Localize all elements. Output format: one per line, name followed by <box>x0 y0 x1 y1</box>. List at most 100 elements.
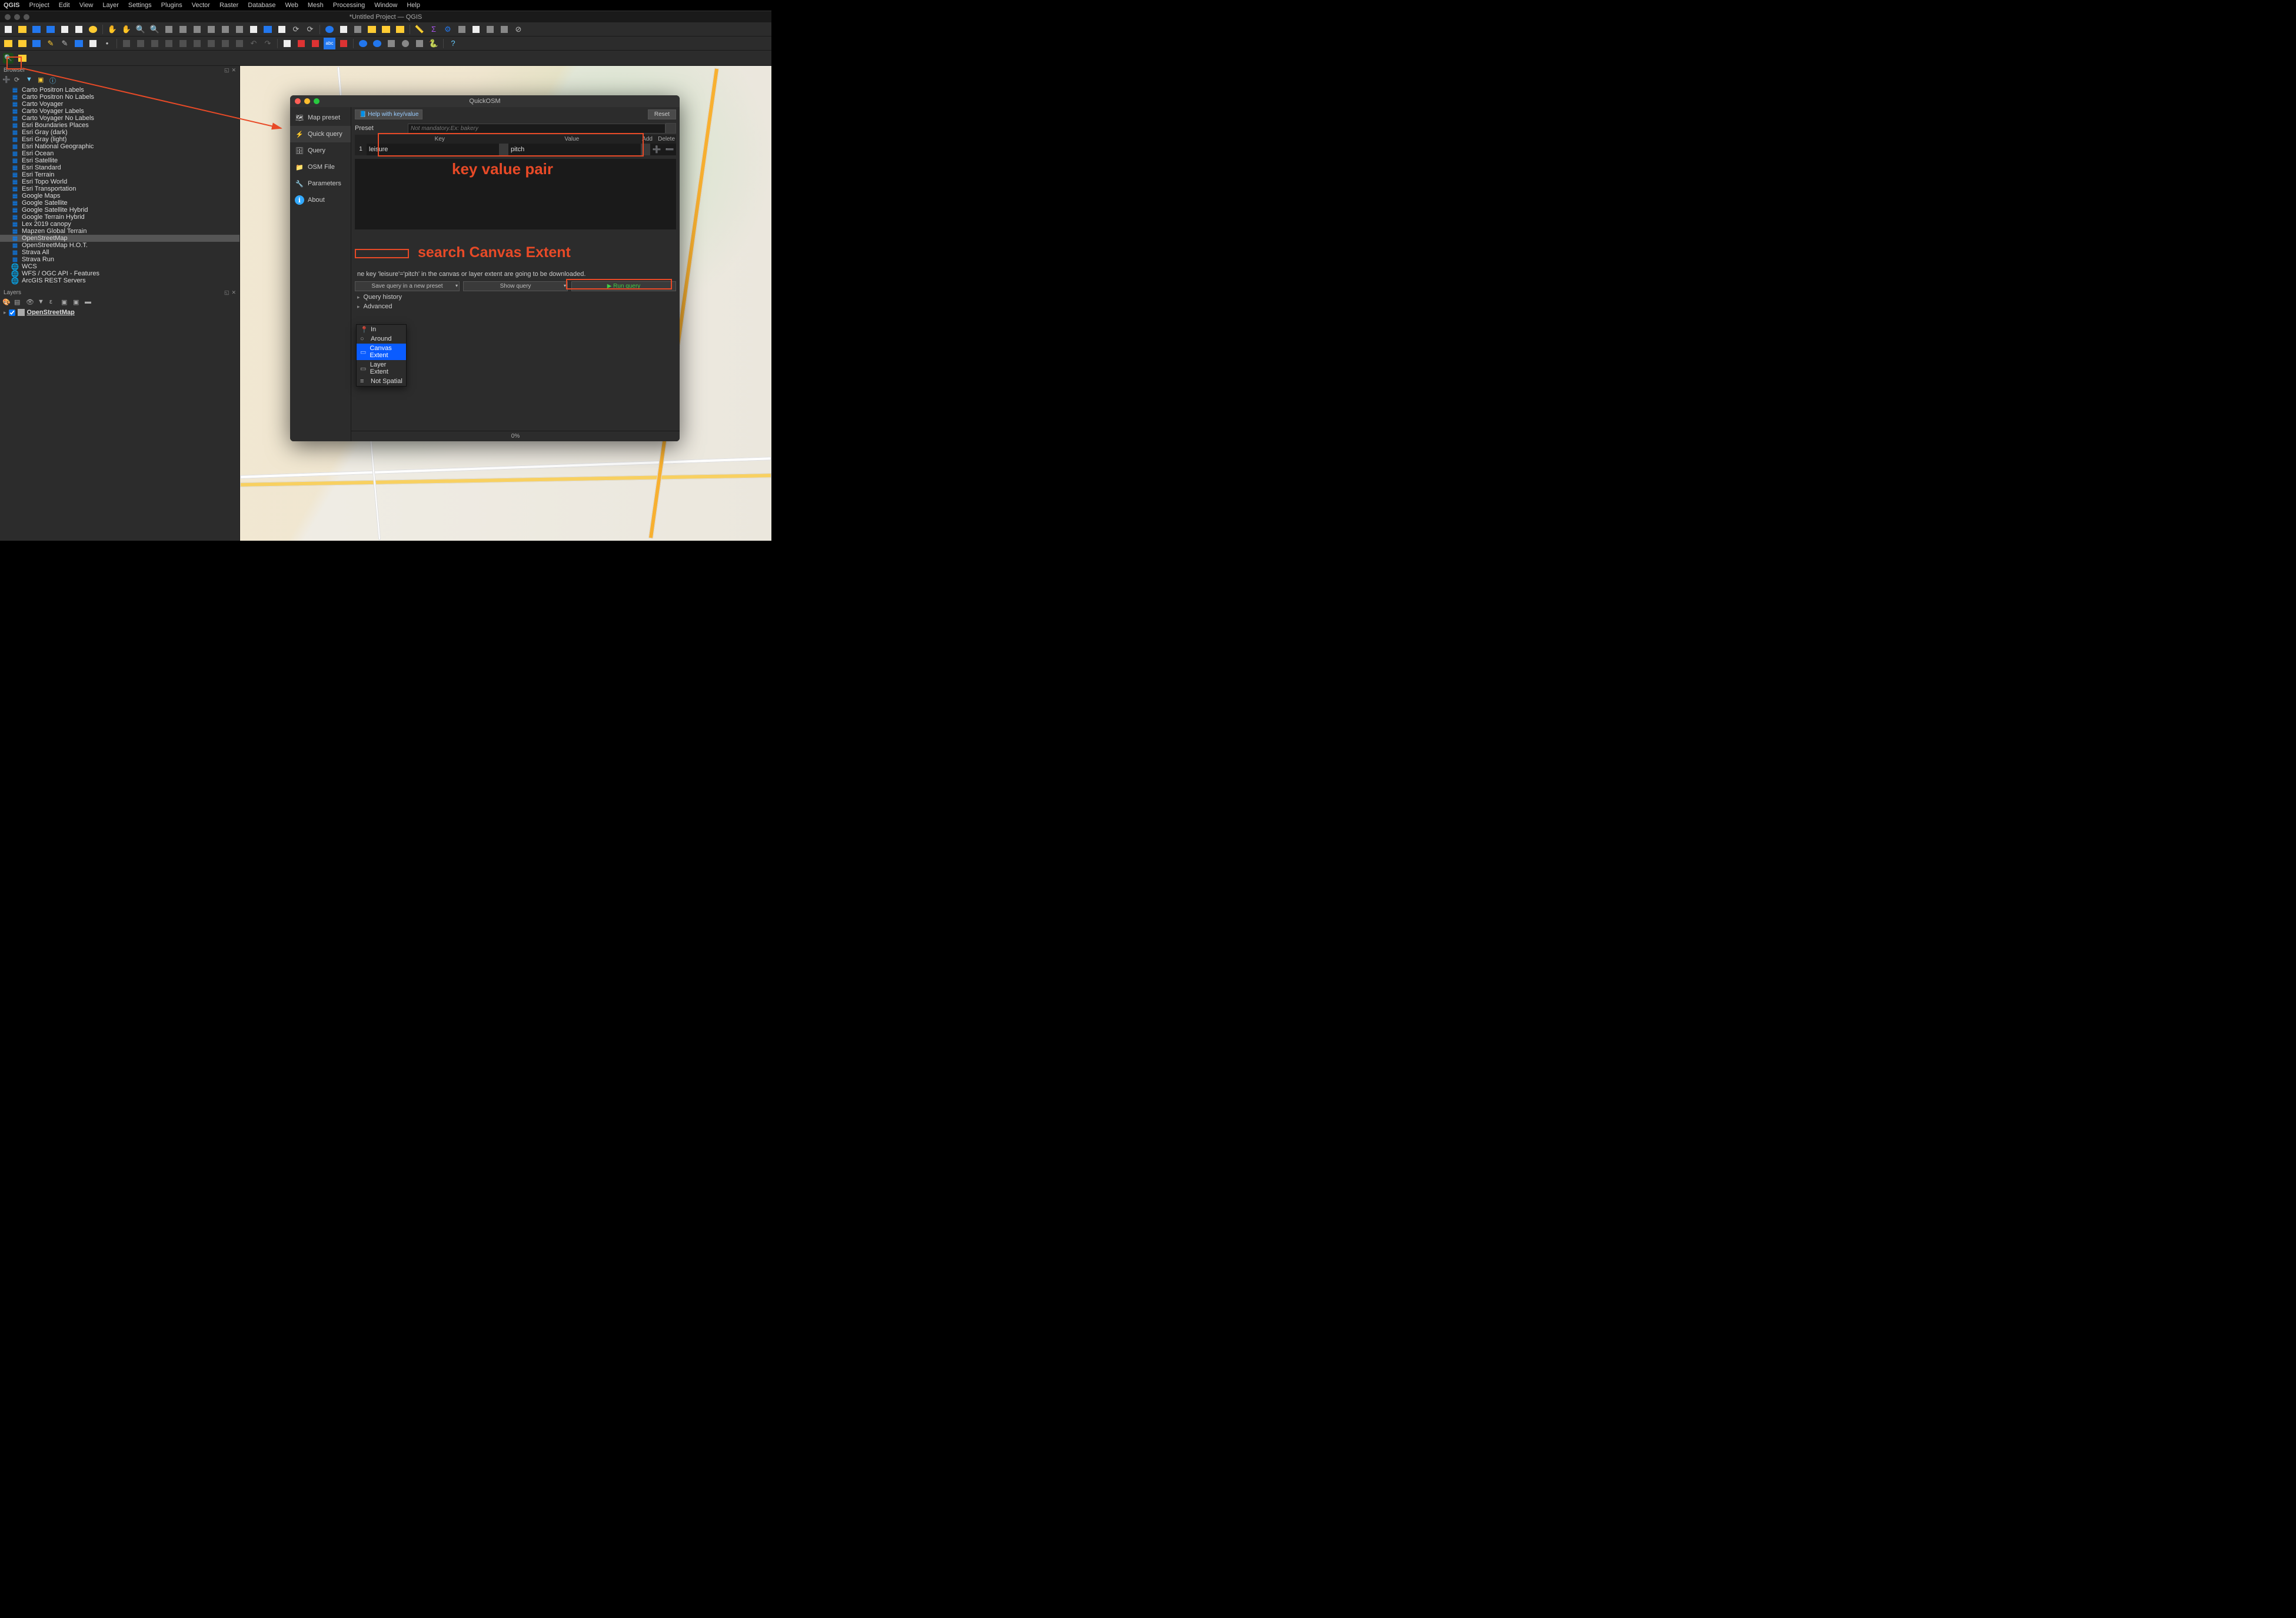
browser-item[interactable]: ▦Carto Positron Labels <box>0 86 239 94</box>
select-features-icon[interactable] <box>366 24 378 35</box>
save-edits-icon[interactable] <box>73 38 85 49</box>
layer-row[interactable]: ▸ OpenStreetMap <box>0 308 239 317</box>
browser-item[interactable]: 🌐WCS <box>0 263 239 270</box>
create-layer-icon[interactable] <box>87 38 99 49</box>
dialog-minimize-icon[interactable] <box>304 98 310 104</box>
menu-web[interactable]: Web <box>285 2 298 9</box>
plugin-red-icon[interactable] <box>295 38 307 49</box>
browser-item[interactable]: ▦Carto Voyager Labels <box>0 108 239 115</box>
deselect-icon[interactable] <box>394 24 406 35</box>
layers-detach-icon[interactable]: ◱ <box>224 289 229 296</box>
browser-item[interactable]: ▦Esri Satellite <box>0 157 239 164</box>
zoom-out-icon[interactable]: 🔍 <box>149 24 161 35</box>
digi-3-icon[interactable] <box>149 38 161 49</box>
run-query-button[interactable]: ▶ Run query <box>571 281 676 291</box>
sidebar-item-osm-file[interactable]: 📁OSM File <box>290 159 351 175</box>
plugin-red3-icon[interactable] <box>338 38 350 49</box>
layers-expression-icon[interactable]: ε <box>49 298 58 307</box>
browser-item[interactable]: ▦Google Satellite Hybrid <box>0 207 239 214</box>
kv-add-button[interactable]: ➕ <box>650 144 663 155</box>
stats-icon[interactable]: Σ <box>428 24 440 35</box>
layers-filter-icon[interactable]: ▼ <box>38 298 46 307</box>
open-table-icon[interactable] <box>338 24 350 35</box>
toolbox-icon[interactable]: ⚙ <box>442 24 454 35</box>
menu-plugins[interactable]: Plugins <box>161 2 182 9</box>
browser-item[interactable]: ▦Carto Voyager No Labels <box>0 115 239 122</box>
browser-detach-icon[interactable]: ◱ <box>224 67 229 74</box>
plugin-mmqgis-icon[interactable] <box>281 38 293 49</box>
browser-item[interactable]: ▦Lex 2019 canopy <box>0 221 239 228</box>
sidebar-item-about[interactable]: ℹAbout <box>290 192 351 208</box>
sidebar-item-query[interactable]: 🗄Query <box>290 142 351 159</box>
redo-icon[interactable]: ↷ <box>262 38 274 49</box>
browser-refresh-icon[interactable]: ⟳ <box>14 76 22 84</box>
plugin-blue2-icon[interactable] <box>371 38 383 49</box>
zoom-layer-icon[interactable] <box>191 24 203 35</box>
zoom-native-icon[interactable] <box>205 24 217 35</box>
sidebar-item-parameters[interactable]: 🔧Parameters <box>290 175 351 192</box>
sidebar-item-quick-query[interactable]: ⚡Quick query <box>290 126 351 142</box>
edit-multi-icon[interactable]: ✎ <box>59 38 71 49</box>
plugin-blue1-icon[interactable] <box>357 38 369 49</box>
menu-processing[interactable]: Processing <box>333 2 365 9</box>
extent-dropdown-menu[interactable]: 📍In○Around▭Canvas Extent▭Layer Extent≡No… <box>356 324 407 387</box>
minimize-window-icon[interactable] <box>14 14 20 20</box>
close-window-icon[interactable] <box>5 14 11 20</box>
browser-item[interactable]: ▦Esri Topo World <box>0 178 239 185</box>
save-as-icon[interactable] <box>45 24 56 35</box>
layers-close-icon[interactable]: ✕ <box>231 289 236 296</box>
browser-item[interactable]: ▦Esri Gray (light) <box>0 136 239 143</box>
layer-visibility-checkbox[interactable] <box>9 309 15 316</box>
pan-selection-icon[interactable]: ✋ <box>121 24 132 35</box>
browser-item[interactable]: ▦Esri National Geographic <box>0 143 239 150</box>
browser-item[interactable]: ▦Carto Voyager <box>0 101 239 108</box>
undo-icon[interactable]: ↶ <box>248 38 259 49</box>
browser-item[interactable]: ▦Google Terrain Hybrid <box>0 214 239 221</box>
select-value-icon[interactable] <box>380 24 392 35</box>
menu-edit[interactable]: Edit <box>59 2 70 9</box>
plugin-red2-icon[interactable] <box>310 38 321 49</box>
temporal-icon[interactable] <box>276 24 288 35</box>
browser-filter-icon[interactable]: ▼ <box>26 76 34 84</box>
help-key-value-button[interactable]: 📘 Help with key/value <box>355 109 422 119</box>
browser-item[interactable]: 🌐WFS / OGC API - Features <box>0 270 239 277</box>
nominatim-icon[interactable] <box>498 24 510 35</box>
menu-layer[interactable]: Layer <box>102 2 119 9</box>
browser-item[interactable]: ▦Esri Transportation <box>0 185 239 192</box>
layer-name-label[interactable]: OpenStreetMap <box>27 309 75 316</box>
map-tips-icon[interactable] <box>456 24 468 35</box>
preset-dropdown-icon[interactable] <box>665 123 676 134</box>
save-project-icon[interactable] <box>31 24 42 35</box>
browser-item[interactable]: ▦Esri Boundaries Places <box>0 122 239 129</box>
zoom-window-icon[interactable] <box>24 14 29 20</box>
layers-style-icon[interactable]: 🎨 <box>2 298 11 307</box>
save-preset-button[interactable]: Save query in a new preset▾ <box>355 281 460 291</box>
kv-value-input[interactable] <box>508 144 641 155</box>
menu-window[interactable]: Window <box>374 2 397 9</box>
layer-toolbar-2-icon[interactable] <box>16 38 28 49</box>
help-toolbar-icon[interactable]: ? <box>447 38 459 49</box>
extent-option-not-spatial[interactable]: ≡Not Spatial <box>357 377 406 386</box>
annotation-icon[interactable] <box>470 24 482 35</box>
extent-option-around[interactable]: ○Around <box>357 334 406 344</box>
no-action-icon[interactable]: ⊘ <box>513 24 524 35</box>
digitize-point-icon[interactable]: • <box>101 38 113 49</box>
digi-8-icon[interactable] <box>219 38 231 49</box>
digi-7-icon[interactable] <box>205 38 217 49</box>
show-query-button[interactable]: Show query▾ <box>463 281 568 291</box>
browser-item[interactable]: 🌐ArcGIS REST Servers <box>0 277 239 284</box>
new-map-view-icon[interactable] <box>248 24 259 35</box>
browser-item[interactable]: ▦Google Maps <box>0 192 239 199</box>
menu-mesh[interactable]: Mesh <box>308 2 324 9</box>
kv-value-dropdown-icon[interactable] <box>641 144 650 155</box>
kv-key-input[interactable] <box>367 144 499 155</box>
browser-item[interactable]: ▦OpenStreetMap H.O.T. <box>0 242 239 249</box>
extent-option-layer-extent[interactable]: ▭Layer Extent <box>357 360 406 377</box>
browser-item[interactable]: ▦Google Satellite <box>0 199 239 207</box>
field-calc-icon[interactable] <box>352 24 364 35</box>
advanced-toggle[interactable]: Advanced <box>351 302 680 311</box>
digi-5-icon[interactable] <box>177 38 189 49</box>
browser-item[interactable]: ▦Esri Standard <box>0 164 239 171</box>
digi-6-icon[interactable] <box>191 38 203 49</box>
menubar[interactable]: QGIS Project Edit View Layer Settings Pl… <box>0 0 771 11</box>
